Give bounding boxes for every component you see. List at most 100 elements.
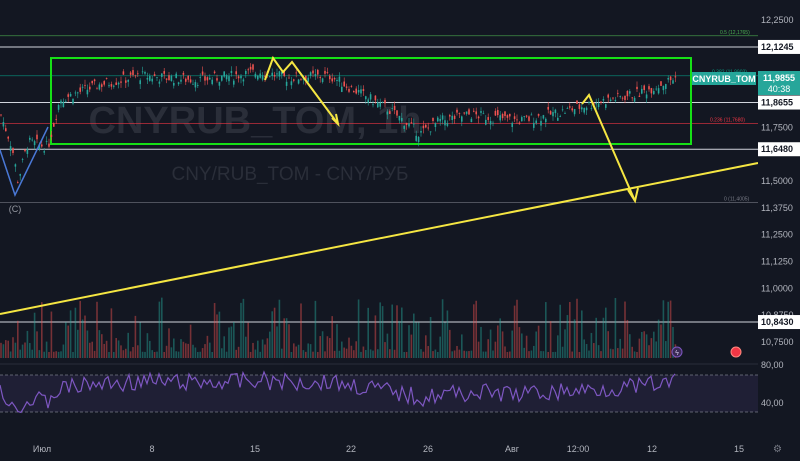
candle-body — [405, 122, 408, 125]
volume-bar — [566, 315, 569, 358]
volume-bar — [86, 330, 89, 358]
volume-bar — [293, 343, 295, 358]
price-tick: 11,5000 — [761, 176, 793, 186]
candle-body — [170, 75, 173, 82]
candle-body — [617, 92, 619, 94]
candle-body — [525, 115, 528, 117]
volume-bar — [585, 344, 588, 358]
volume-bar — [573, 319, 576, 358]
time-tick: Июл — [33, 444, 51, 454]
candle-body — [101, 84, 103, 87]
volume-bar — [110, 308, 113, 358]
volume-bar — [571, 351, 573, 358]
volume-bar — [297, 344, 300, 358]
volume-bar — [547, 351, 549, 358]
candle-body — [254, 73, 257, 78]
time-tick: 22 — [346, 444, 356, 454]
candle-body — [480, 111, 482, 113]
settings-gear-icon[interactable]: ⚙ — [773, 444, 782, 455]
candle-body — [547, 106, 549, 110]
volume-bar — [350, 345, 353, 358]
volume-bar — [204, 344, 206, 358]
volume-bar — [425, 335, 427, 358]
volume-bar — [259, 351, 261, 358]
volume-bar — [276, 326, 278, 358]
candle-body — [278, 71, 281, 77]
candle-body — [245, 70, 247, 75]
volume-bar — [528, 351, 530, 358]
candle-body — [105, 78, 108, 79]
candle-body — [669, 76, 672, 81]
candle-body — [645, 94, 648, 99]
candle-body — [134, 75, 137, 77]
candle-body — [247, 69, 249, 71]
volume-bar — [497, 325, 499, 358]
price-tick: 10,7500 — [761, 337, 794, 347]
candle-body — [393, 105, 396, 111]
volume-bar — [29, 343, 31, 358]
candle-body — [492, 122, 494, 124]
candle-body — [597, 103, 600, 108]
candle-body — [569, 106, 571, 108]
candle-body — [139, 80, 141, 85]
volume-bar — [185, 343, 187, 358]
volume-bar — [17, 320, 19, 358]
volume-bar — [2, 344, 5, 358]
candle-body — [228, 76, 230, 82]
volume-bar — [396, 305, 398, 358]
candle-body — [583, 107, 585, 113]
rsi-tick: 40,00 — [761, 398, 784, 408]
volume-bar — [389, 349, 391, 358]
volume-bar — [552, 351, 554, 358]
volume-bar — [345, 348, 348, 358]
volume-bar — [89, 342, 91, 358]
volume-bar — [72, 351, 74, 358]
alert-dot-icon[interactable] — [730, 346, 742, 358]
volume-bar — [216, 314, 218, 358]
candle-body — [425, 124, 427, 128]
volume-bar — [499, 318, 501, 358]
candle-body — [223, 71, 225, 77]
candle-body — [537, 114, 540, 116]
candle-body — [621, 97, 624, 99]
candle-body — [285, 81, 288, 86]
candle-body — [461, 116, 463, 122]
volume-bar — [405, 351, 408, 358]
candle-body — [417, 136, 420, 143]
candle-body — [379, 102, 381, 107]
candle-body — [473, 110, 475, 112]
candle-body — [326, 72, 329, 73]
candle-body — [33, 141, 36, 146]
chart-container[interactable]: CNYRUB_TOM, 1h CNY/RUB_TOM - CNY/РУБ 0.5… — [0, 0, 800, 456]
volume-bar — [525, 335, 528, 358]
candle-body — [19, 174, 21, 176]
candle-body — [187, 75, 189, 80]
current-price-value: 11,9855 — [763, 73, 795, 83]
candle-body — [578, 104, 581, 109]
candle-body — [528, 116, 530, 121]
candle-body — [117, 82, 120, 85]
volume-bar — [314, 300, 317, 358]
candle-body — [149, 76, 151, 81]
volume-bar — [302, 350, 305, 358]
price-tick: 12,2500 — [761, 15, 794, 25]
candle-body — [290, 81, 293, 86]
volume-bar — [69, 310, 72, 358]
price-axis[interactable]: 12,2500 12,1245 11,9855 11,8655 11,7500 11,64… — [758, 0, 800, 440]
candle-body — [333, 78, 336, 80]
candle-body — [31, 139, 33, 141]
candle-body — [619, 96, 621, 97]
candle-body — [345, 86, 348, 88]
volume-bar — [233, 322, 235, 358]
price-chart[interactable]: CNYRUB_TOM, 1h CNY/RUB_TOM - CNY/РУБ 0.5… — [0, 0, 800, 456]
volume-bar — [441, 299, 444, 358]
volume-bar — [434, 349, 437, 358]
volume-bar — [614, 297, 617, 358]
candle-body — [26, 149, 29, 154]
price-tick: 11,1250 — [761, 257, 793, 267]
candle-body — [84, 85, 86, 86]
candle-body — [662, 85, 665, 91]
candle-body — [189, 79, 192, 83]
volume-bar — [21, 344, 24, 358]
candle-body — [307, 77, 309, 82]
